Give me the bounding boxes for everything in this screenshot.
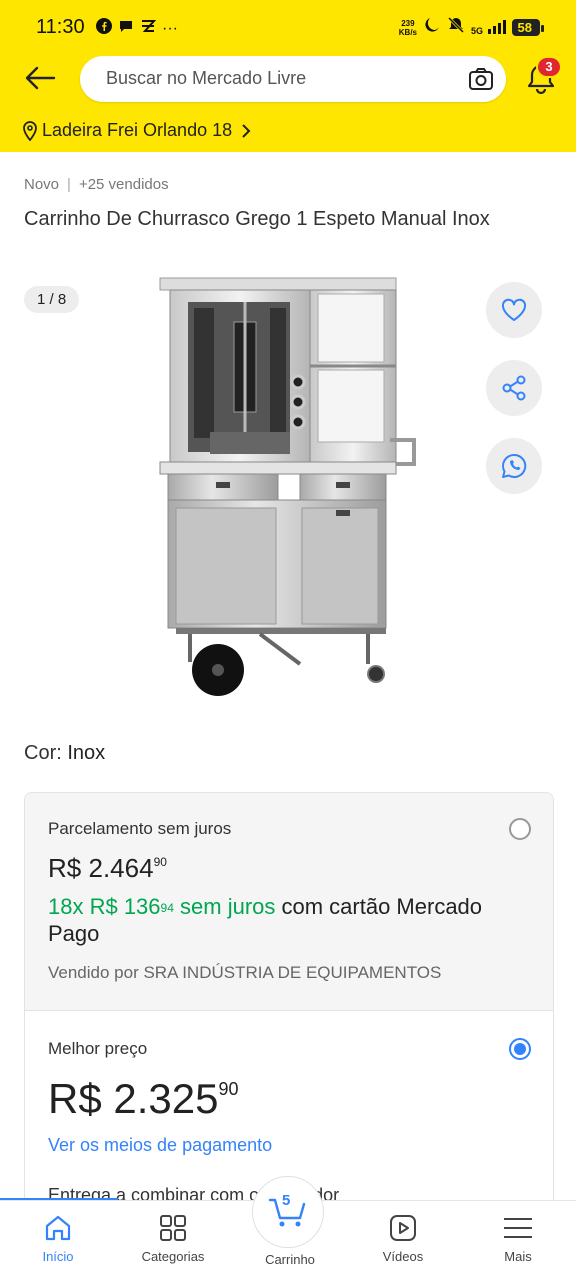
whatsapp-icon <box>502 453 527 478</box>
meta-separator: | <box>67 176 71 193</box>
favorite-button[interactable] <box>486 282 542 338</box>
status-time: 11:30 <box>36 16 85 38</box>
signal-icon: 5G <box>471 19 506 36</box>
product-title: Carrinho De Churrasco Grego 1 Espeto Man… <box>24 208 490 230</box>
color-label: Cor: <box>24 742 62 764</box>
mute-bell-icon <box>447 16 465 39</box>
color-variant: Cor: Inox <box>24 742 105 765</box>
cart-count-badge: 5 <box>282 1192 291 1209</box>
nav-cart[interactable] <box>252 1176 324 1248</box>
facebook-icon <box>96 18 112 39</box>
menu-icon <box>504 1218 532 1238</box>
grid-icon <box>160 1215 186 1241</box>
heart-icon <box>501 298 527 321</box>
best-price-amount: R$ 2.32590 <box>48 1075 239 1122</box>
share-button[interactable] <box>486 360 542 416</box>
back-button[interactable] <box>22 60 58 96</box>
app-notification-icon <box>140 18 157 39</box>
net-speed: 239 KB/s <box>398 18 417 37</box>
installment-details: 18x R$ 13694 sem juros com cartão Mercad… <box>48 894 483 946</box>
arrow-left-icon <box>25 66 56 90</box>
app-header: 11:30 ··· 239 KB/s 5G 58 Buscar no Merca… <box>0 0 576 152</box>
installment-option[interactable]: Parcelamento sem juros R$ 2.46490 18x R$… <box>25 793 553 1011</box>
installment-option-radio[interactable] <box>509 818 531 840</box>
notification-icons: ··· <box>96 18 178 39</box>
product-image[interactable] <box>150 272 430 702</box>
nav-categories[interactable]: Categorias <box>118 1211 228 1264</box>
installment-option-price: R$ 2.46490 <box>48 853 167 883</box>
sold-count: +25 vendidos <box>78 176 169 193</box>
whatsapp-button[interactable] <box>486 438 542 494</box>
search-bar[interactable]: Buscar no Mercado Livre <box>80 56 506 102</box>
location-text: Ladeira Frei Orlando 18 <box>42 120 233 140</box>
share-icon <box>502 375 526 401</box>
chevron-right-icon <box>242 123 251 138</box>
nav-home[interactable]: Início <box>3 1211 113 1264</box>
best-price-option-radio[interactable] <box>509 1038 531 1060</box>
notification-badge: 3 <box>536 56 562 78</box>
home-icon <box>45 1215 71 1241</box>
installment-option-title: Parcelamento sem juros <box>48 819 232 838</box>
nav-videos[interactable]: Vídeos <box>348 1211 458 1264</box>
nav-more[interactable]: Mais <box>463 1211 573 1264</box>
system-icons: 239 KB/s 5G 58 <box>398 16 545 39</box>
payment-methods-link[interactable]: Ver os meios de pagamento <box>48 1135 272 1156</box>
nav-cart-label: Carrinho <box>265 1252 315 1267</box>
location-pin-icon <box>23 120 37 141</box>
more-notifications-icon: ··· <box>162 19 178 37</box>
best-price-option-title[interactable]: Melhor preço <box>48 1039 147 1059</box>
product-meta: Novo | +25 vendidos <box>24 176 169 193</box>
seller-name: Vendido por SRA INDÚSTRIA DE EQUIPAMENTO… <box>48 963 442 982</box>
video-icon <box>390 1215 416 1241</box>
camera-icon[interactable] <box>468 66 494 92</box>
moon-icon <box>423 16 441 39</box>
chat-bubble-icon <box>118 18 134 39</box>
search-input[interactable]: Buscar no Mercado Livre <box>106 68 306 89</box>
color-value: Inox <box>67 742 106 764</box>
image-counter: 1 / 8 <box>24 286 80 313</box>
battery-icon: 58 <box>511 19 545 36</box>
condition-label: Novo <box>24 176 60 193</box>
status-bar: 11:30 ··· 239 KB/s 5G 58 <box>0 0 576 56</box>
delivery-location[interactable]: Ladeira Frei Orlando 18 <box>22 120 252 141</box>
